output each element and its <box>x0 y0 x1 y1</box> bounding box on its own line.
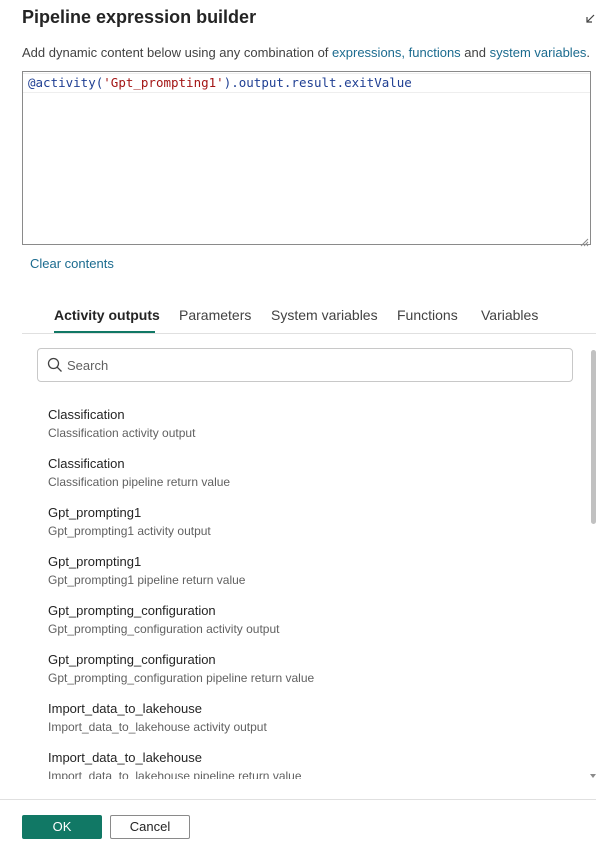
system-variables-link[interactable]: system variables <box>490 45 587 60</box>
activity-output-list: Classification Classification activity o… <box>22 397 588 779</box>
description-and: and <box>460 45 490 60</box>
expression-editor[interactable]: @activity('Gpt_prompting1').output.resul… <box>22 71 591 247</box>
tab-functions[interactable]: Functions <box>397 306 458 324</box>
footer-divider <box>0 799 596 800</box>
ok-button[interactable]: OK <box>22 815 102 839</box>
list-item[interactable]: Classification Classification pipeline r… <box>48 446 568 489</box>
item-subtitle: Gpt_prompting1 activity output <box>48 524 211 538</box>
item-title: Classification <box>48 456 125 471</box>
active-tab-indicator <box>54 331 155 333</box>
item-title: Gpt_prompting1 <box>48 505 142 520</box>
item-title: Classification <box>48 407 125 422</box>
tab-variables[interactable]: Variables <box>481 306 538 324</box>
item-title: Gpt_prompting1 <box>48 554 142 569</box>
item-subtitle: Classification activity output <box>48 426 196 440</box>
item-subtitle: Gpt_prompting_configuration activity out… <box>48 622 280 636</box>
tab-system-variables[interactable]: System variables <box>271 306 378 324</box>
list-item[interactable]: Import_data_to_lakehouse Import_data_to_… <box>48 691 568 734</box>
list-item[interactable]: Classification Classification activity o… <box>48 397 568 440</box>
search-box[interactable] <box>37 348 573 382</box>
list-item[interactable]: Gpt_prompting1 Gpt_prompting1 activity o… <box>48 495 568 538</box>
item-title: Gpt_prompting_configuration <box>48 603 216 618</box>
list-scrollbar-thumb[interactable] <box>591 350 596 524</box>
search-input[interactable] <box>67 355 557 375</box>
item-subtitle: Import_data_to_lakehouse pipeline return… <box>48 769 302 779</box>
resize-grip-icon[interactable] <box>580 234 589 247</box>
list-item[interactable]: Gpt_prompting1 Gpt_prompting1 pipeline r… <box>48 544 568 587</box>
collapse-arrow-icon[interactable] <box>585 10 596 24</box>
item-title: Import_data_to_lakehouse <box>48 750 202 765</box>
tab-bar: Activity outputs Parameters System varia… <box>22 300 596 334</box>
expression-code[interactable]: @activity('Gpt_prompting1').output.resul… <box>28 74 412 92</box>
code-token-property: ).output.result.exitValue <box>223 75 412 90</box>
search-icon <box>47 357 63 373</box>
item-title: Import_data_to_lakehouse <box>48 701 202 716</box>
item-subtitle: Classification pipeline return value <box>48 475 231 489</box>
list-item[interactable]: Gpt_prompting_configuration Gpt_promptin… <box>48 642 568 685</box>
tab-activity-outputs[interactable]: Activity outputs <box>54 306 160 324</box>
list-item[interactable]: Gpt_prompting_configuration Gpt_promptin… <box>48 593 568 636</box>
clear-contents-link[interactable]: Clear contents <box>30 255 114 273</box>
functions-link[interactable]: functions <box>409 45 461 60</box>
dialog-title: Pipeline expression builder <box>22 7 257 27</box>
code-token-function: @activity( <box>28 75 104 90</box>
expressions-link[interactable]: expressions, <box>332 45 405 60</box>
cancel-button[interactable]: Cancel <box>110 815 190 839</box>
item-subtitle: Gpt_prompting1 pipeline return value <box>48 573 246 587</box>
description-prefix: Add dynamic content below using any comb… <box>22 45 333 60</box>
code-token-string: 'Gpt_prompting1' <box>103 75 224 90</box>
item-subtitle: Import_data_to_lakehouse activity output <box>48 720 267 734</box>
item-title: Gpt_prompting_configuration <box>48 652 216 667</box>
item-subtitle: Gpt_prompting_configuration pipeline ret… <box>48 671 315 685</box>
chevron-down-icon[interactable] <box>590 766 596 778</box>
dialog-description: Add dynamic content below using any comb… <box>22 44 590 62</box>
list-item[interactable]: Import_data_to_lakehouse Import_data_to_… <box>48 740 568 779</box>
description-suffix: . <box>586 45 591 60</box>
tab-parameters[interactable]: Parameters <box>179 306 251 324</box>
